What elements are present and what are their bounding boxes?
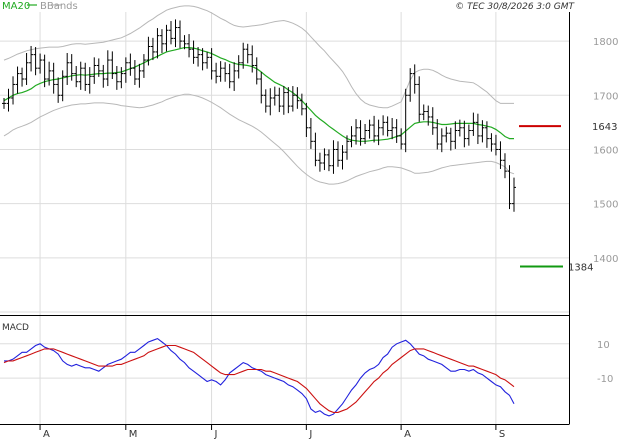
month-tick-label: J (214, 429, 218, 440)
resistance-level-label: 1643 (592, 122, 617, 133)
axis-labels: 1400 1500 1600 1700 1800 10 -10 A M J J A S (39, 37, 618, 440)
macd-title: MACD (2, 323, 29, 333)
month-tick-label: M (129, 429, 138, 440)
bbands-legend-label: BBands (40, 1, 78, 12)
signal-series-line (3, 344, 515, 413)
price-tick-label: 1600 (593, 145, 618, 156)
price-tick-label: 1800 (593, 37, 618, 48)
price-tick-label: 1400 (593, 254, 618, 265)
support-level-label: 1384 (568, 262, 593, 273)
price-tick-label: 1500 (593, 200, 618, 211)
month-tick-label: A (404, 429, 411, 440)
month-tick-label: A (43, 429, 50, 440)
stock-chart: MA20 BBands © TEC 30/8/2026 3:0 GMT 1643… (0, 1, 618, 440)
price-bars (2, 19, 516, 212)
ma20-legend-label: MA20 (2, 1, 30, 12)
month-tick-label: J (308, 429, 312, 440)
price-tick-label: 1700 (593, 91, 618, 102)
month-tick-label: S (499, 429, 505, 440)
macd-panel (3, 337, 515, 417)
macd-series-line (4, 337, 515, 417)
copyright-label: © TEC 30/8/2026 3:0 GMT (455, 2, 575, 12)
macd-tick-label: 10 (597, 340, 610, 351)
bb-upper-line (3, 5, 514, 109)
macd-tick-label: -10 (597, 374, 613, 385)
